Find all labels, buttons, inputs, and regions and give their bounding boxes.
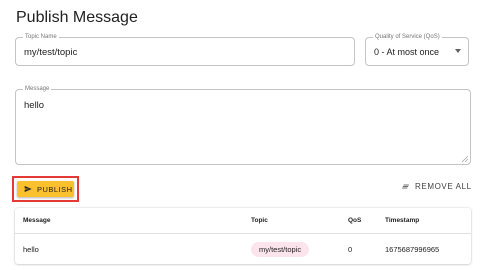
column-header-qos: QoS [348, 217, 362, 224]
cell-timestamp: 1675687996965 [385, 245, 440, 254]
remove-all-button[interactable]: REMOVE ALL [401, 182, 472, 191]
column-header-message: Message [23, 217, 51, 224]
qos-label: Quality of Service (QoS) [373, 33, 442, 41]
page-title: Publish Message [16, 9, 138, 26]
clear-all-icon [402, 184, 409, 189]
qos-selected-value[interactable]: 0 - At most once [374, 47, 439, 57]
publish-button[interactable]: PUBLISH [17, 181, 74, 197]
resize-handle-icon[interactable] [462, 156, 468, 162]
table-header: Message Topic QoS Timestamp [15, 208, 471, 234]
cell-message: hello [23, 245, 39, 254]
topic-name-field[interactable]: Topic Name my/test/topic [15, 33, 355, 66]
topic-name-label: Topic Name [23, 33, 59, 41]
topic-name-input[interactable]: my/test/topic [24, 47, 77, 58]
column-header-topic: Topic [251, 217, 268, 224]
topic-chip: my/test/topic [251, 242, 310, 257]
table-row[interactable]: hello my/test/topic 0 1675687996965 [15, 235, 471, 264]
publish-button-highlight: PUBLISH [12, 176, 79, 202]
publish-button-label: PUBLISH [37, 184, 73, 194]
cell-qos: 0 [348, 245, 353, 254]
send-icon [24, 186, 32, 192]
message-label: Message [23, 85, 52, 93]
qos-select[interactable]: Quality of Service (QoS) 0 - At most onc… [365, 33, 469, 66]
message-textarea[interactable]: hello [24, 100, 44, 111]
column-header-timestamp: Timestamp [385, 217, 420, 224]
remove-all-label: REMOVE ALL [415, 182, 472, 191]
chevron-down-icon[interactable] [455, 49, 461, 53]
messages-table: Message Topic QoS Timestamp hello my/tes… [15, 208, 471, 264]
message-field[interactable]: Message hello [15, 85, 471, 165]
